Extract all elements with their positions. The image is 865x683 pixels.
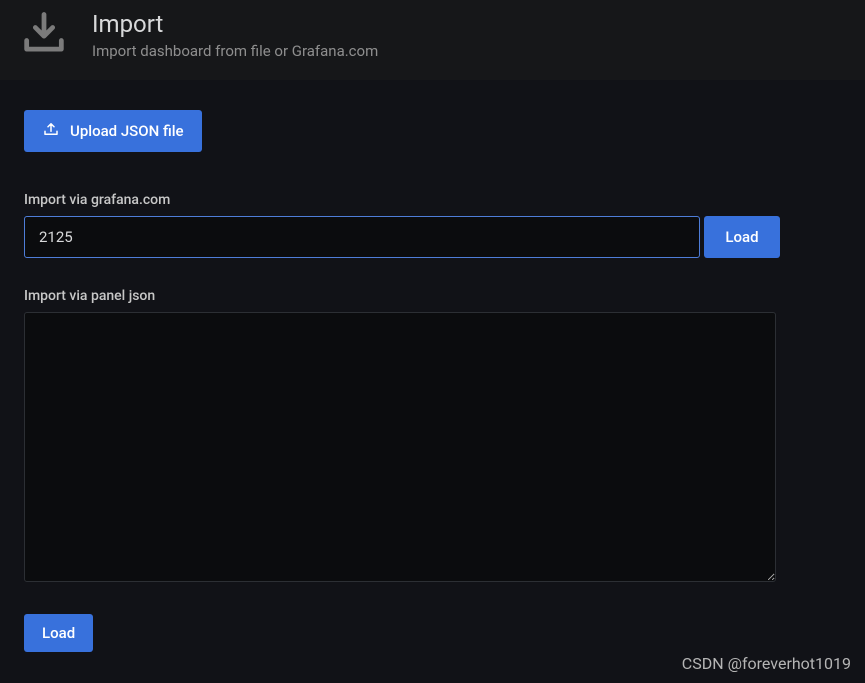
grafana-input-row: Load — [24, 216, 841, 258]
panel-json-label: Import via panel json — [24, 288, 841, 304]
bottom-load-wrapper: Load — [24, 614, 841, 652]
page-title: Import — [92, 10, 378, 39]
import-icon — [18, 8, 70, 60]
grafana-load-button[interactable]: Load — [704, 216, 780, 258]
load-button[interactable]: Load — [24, 614, 93, 652]
content-area: Upload JSON file Import via grafana.com … — [0, 80, 865, 676]
grafana-url-input[interactable] — [24, 216, 700, 258]
grafana-import-label: Import via grafana.com — [24, 192, 841, 208]
upload-json-button[interactable]: Upload JSON file — [24, 110, 202, 152]
panel-json-textarea[interactable] — [24, 312, 776, 582]
header-text: Import Import dashboard from file or Gra… — [92, 8, 378, 62]
panel-json-group: Import via panel json — [24, 288, 841, 586]
upload-icon — [42, 120, 60, 142]
watermark: CSDN @foreverhot1019 — [682, 654, 851, 673]
page-subtitle: Import dashboard from file or Grafana.co… — [92, 41, 378, 62]
grafana-import-group: Import via grafana.com Load — [24, 192, 841, 258]
upload-button-label: Upload JSON file — [70, 122, 184, 140]
page-header: Import Import dashboard from file or Gra… — [0, 0, 865, 80]
